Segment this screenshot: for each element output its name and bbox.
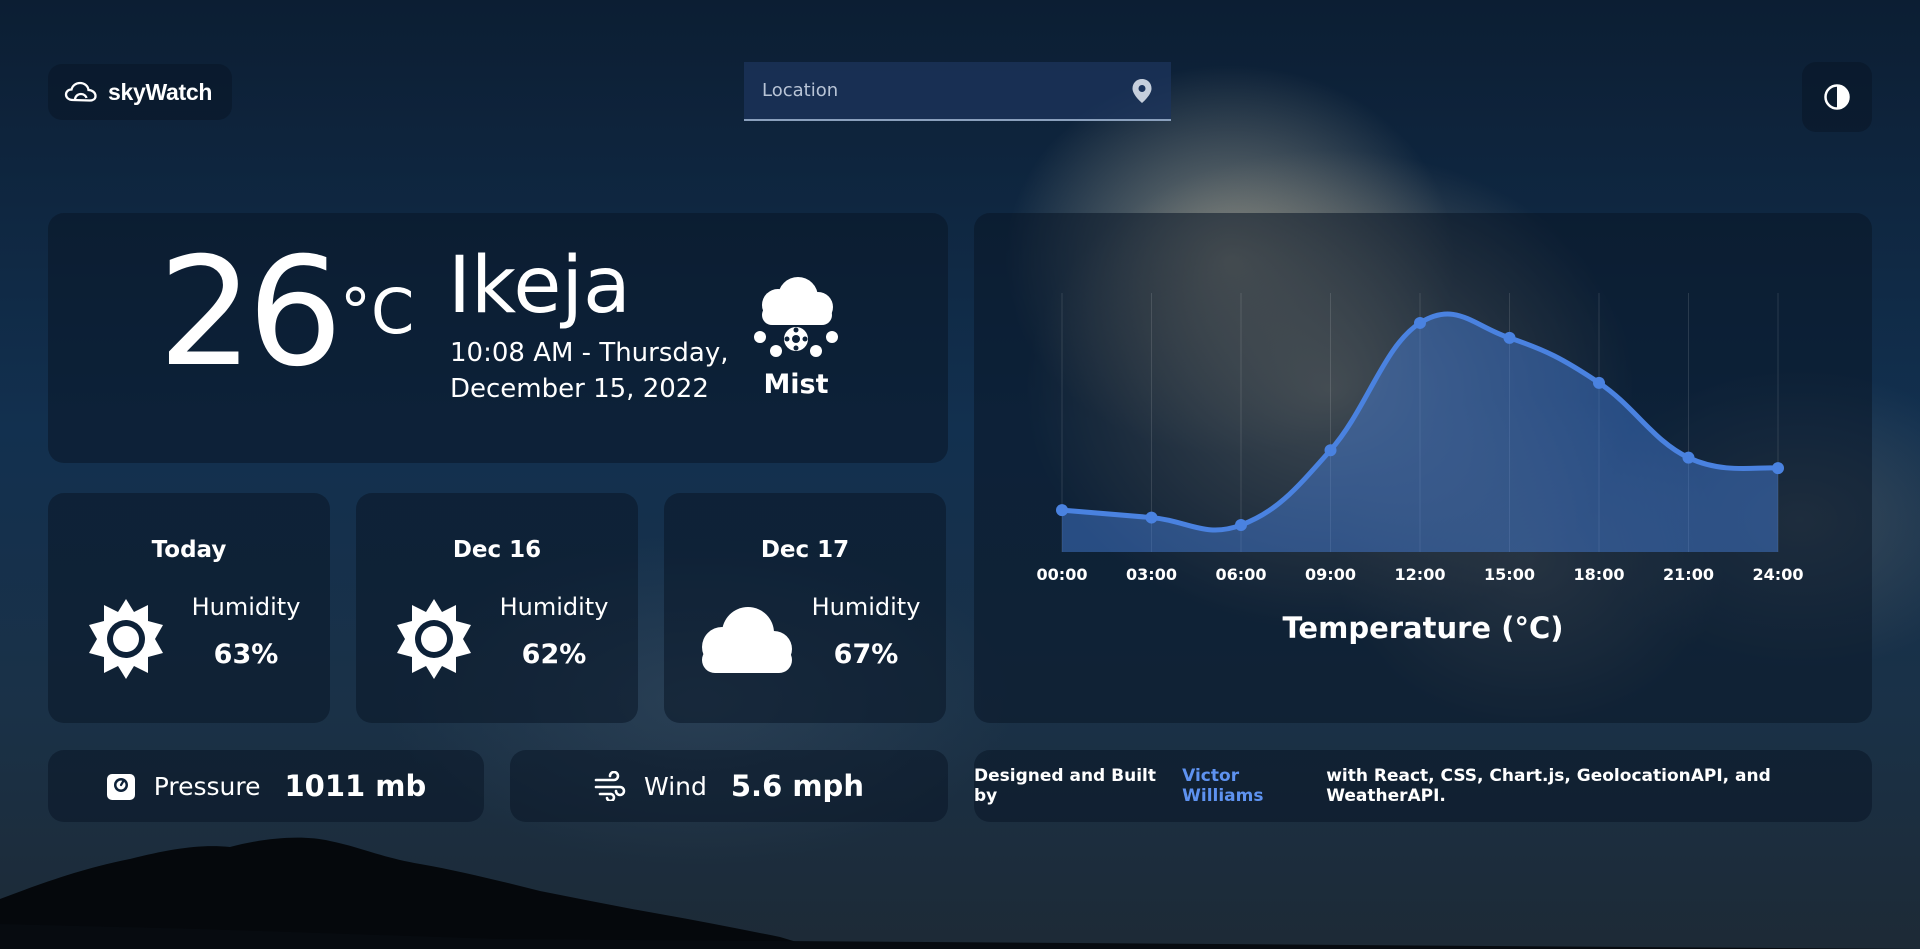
- temperature-chart: 00:00 03:00 06:00 09:00 12:00 15:00 18:00 21:00…: [1037, 293, 1804, 584]
- temperature-point[interactable]: [1235, 519, 1247, 532]
- wind-label: Wind: [644, 771, 707, 801]
- x-tick-label: 18:00: [1574, 565, 1625, 584]
- background-treeline: [0, 837, 1920, 949]
- x-tick-label: 21:00: [1663, 565, 1714, 584]
- forecast-day: Dec 17: [760, 537, 850, 563]
- contrast-icon: [1824, 84, 1850, 110]
- temperature-point[interactable]: [1593, 376, 1605, 389]
- condition-label: Mist: [763, 369, 829, 400]
- temperature-point[interactable]: [1682, 451, 1695, 464]
- current-temperature: 26: [158, 226, 343, 400]
- temperature-point[interactable]: [1145, 511, 1158, 524]
- gauge-icon: [106, 774, 135, 800]
- humidity-label: Humidity: [499, 593, 609, 621]
- x-tick-label: 09:00: [1305, 565, 1356, 584]
- temperature-point[interactable]: [1503, 331, 1516, 344]
- sun-icon: [397, 599, 471, 679]
- x-tick-label: 24:00: [1753, 565, 1804, 584]
- theme-toggle-button[interactable]: [1802, 62, 1872, 132]
- current-datetime: 10:08 AM - Thursday, December 15, 2022: [450, 338, 729, 404]
- map-pin-icon[interactable]: [1131, 78, 1153, 104]
- x-tick-label: 00:00: [1037, 565, 1088, 584]
- wind-icon: [594, 771, 626, 801]
- city-name: Ikeja: [448, 241, 631, 331]
- humidity-label: Humidity: [811, 593, 921, 621]
- temperature-point[interactable]: [1772, 462, 1784, 475]
- humidity-value: 62%: [521, 639, 587, 670]
- forecast-card: Today Humidity 63%: [48, 493, 330, 723]
- temperature-point[interactable]: [1324, 444, 1337, 457]
- current-weather-card: 26 °C Ikeja 10:08 AM - Thursday, Decembe…: [48, 213, 948, 463]
- app-logo[interactable]: skyWatch: [48, 64, 232, 120]
- snow-cloud-icon: [754, 277, 838, 357]
- x-tick-label: 12:00: [1395, 565, 1446, 584]
- temperature-unit: °C: [340, 275, 415, 348]
- location-search[interactable]: [744, 62, 1171, 121]
- humidity-label: Humidity: [191, 593, 301, 621]
- chart-title: Temperature (°C): [1282, 611, 1564, 645]
- forecast-card: Dec 16 Humidity 62%: [356, 493, 638, 723]
- forecast-day: Today: [151, 537, 227, 563]
- cloud-logo-icon: [64, 81, 97, 102]
- app-name: skyWatch: [108, 78, 213, 105]
- forecast-card: Dec 17 Humidity 67%: [664, 493, 946, 723]
- temperature-chart-card: 00:00 03:00 06:00 09:00 12:00 15:00 18:00 21:00…: [974, 213, 1872, 723]
- sun-icon: [89, 599, 163, 679]
- location-input[interactable]: [762, 80, 1131, 101]
- forecast-day: Dec 16: [452, 537, 542, 563]
- x-tick-label: 15:00: [1484, 565, 1535, 584]
- temperature-point[interactable]: [1414, 316, 1426, 329]
- wind-value: 5.6 mph: [730, 769, 864, 803]
- temperature-point[interactable]: [1056, 504, 1068, 517]
- humidity-value: 67%: [833, 639, 899, 670]
- credit-suffix: with React, CSS, Chart.js, GeolocationAP…: [1326, 766, 1771, 806]
- pressure-stat: Pressure 1011 mb: [48, 750, 484, 822]
- humidity-value: 63%: [213, 639, 279, 670]
- pressure-value: 1011 mb: [284, 769, 427, 803]
- credit-footer: Designed and Built by Victor Williams wi…: [974, 750, 1872, 822]
- wind-stat: Wind 5.6 mph: [510, 750, 948, 822]
- credit-prefix: Designed and Built by: [974, 766, 1156, 806]
- x-tick-label: 06:00: [1216, 565, 1267, 584]
- pressure-label: Pressure: [153, 771, 261, 801]
- cloud-icon: [702, 607, 792, 673]
- x-tick-label: 03:00: [1126, 565, 1177, 584]
- author-link[interactable]: Victor Williams: [1182, 766, 1320, 806]
- temperature-area: [1062, 313, 1778, 552]
